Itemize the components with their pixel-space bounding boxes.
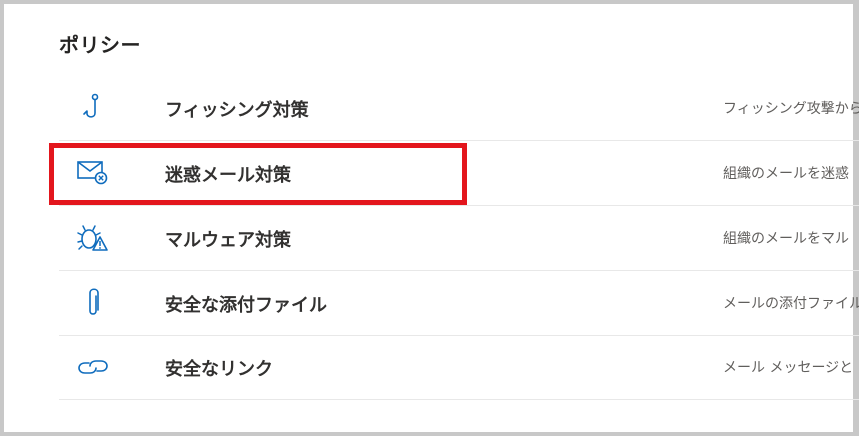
policy-label: マルウェア対策 [165,230,291,251]
section-title: ポリシー [59,33,141,57]
policy-row-safe-attachments[interactable]: 安全な添付ファイル メールの添付ファイル [59,271,859,336]
bug-warning-icon [73,220,113,256]
policy-description: 組織のメールをマル [723,231,849,247]
policy-label: 安全な添付ファイル [165,295,327,316]
policy-row-anti-spam[interactable]: 迷惑メール対策 組織のメールを迷惑 [59,141,859,206]
policy-label: フィッシング対策 [165,100,309,121]
policy-description: 組織のメールを迷惑 [723,166,849,182]
policy-label: 迷惑メール対策 [165,165,291,186]
policy-label: 安全なリンク [165,359,273,380]
paperclip-icon [73,285,113,321]
policy-description: メール メッセージと [723,360,854,376]
link-icon [73,349,113,385]
policy-row-anti-malware[interactable]: マルウェア対策 組織のメールをマル [59,206,859,271]
fishhook-icon [73,90,113,126]
mail-block-icon [73,155,113,191]
policy-row-anti-phishing[interactable]: フィッシング対策 フィッシング攻撃から [59,76,859,141]
policy-row-safe-links[interactable]: 安全なリンク メール メッセージと [59,335,859,400]
policy-description: メールの添付ファイル [723,296,859,312]
policy-description: フィッシング攻撃から [723,101,859,117]
